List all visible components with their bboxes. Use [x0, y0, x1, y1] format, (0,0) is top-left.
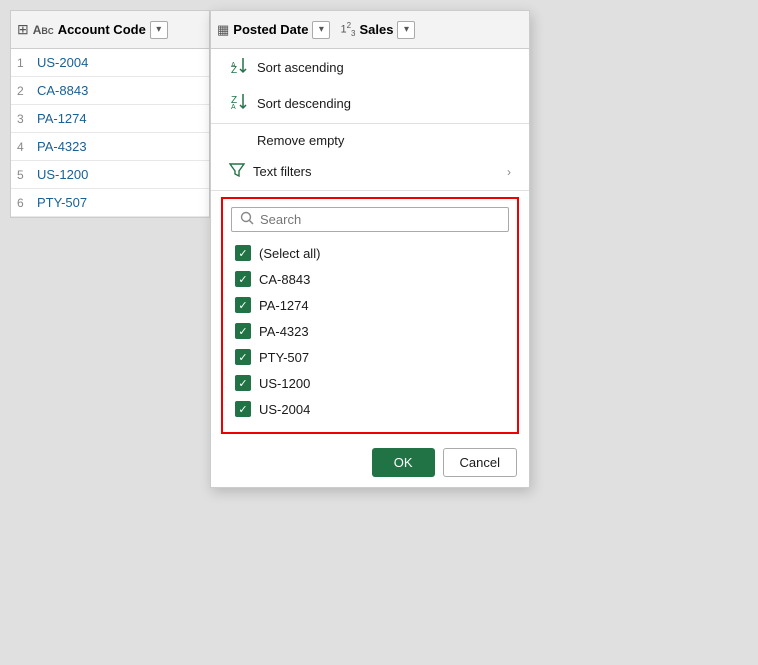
row-value: US-2004	[37, 55, 88, 70]
svg-text:A: A	[231, 104, 236, 110]
filter-label: PTY-507	[259, 350, 309, 365]
table-row: 4 PA-4323	[11, 133, 209, 161]
row-value: PA-1274	[37, 111, 87, 126]
sort-descending-item[interactable]: Z A Sort descending	[211, 85, 529, 121]
search-input-wrap[interactable]	[231, 207, 509, 232]
account-code-dropdown-btn[interactable]: ▾	[150, 21, 168, 39]
filter-label: US-1200	[259, 376, 310, 391]
checkbox-pty507[interactable]: ✓	[235, 349, 251, 365]
posted-date-label: Posted Date	[233, 22, 308, 37]
checkbox-pa1274[interactable]: ✓	[235, 297, 251, 313]
check-icon: ✓	[238, 351, 247, 364]
calendar-icon: ▦	[217, 22, 229, 38]
filter-item-select-all[interactable]: ✓ (Select all)	[231, 240, 509, 266]
filter-item-us1200[interactable]: ✓ US-1200	[231, 370, 509, 396]
svg-text:Z: Z	[231, 65, 237, 74]
filter-item-pa4323[interactable]: ✓ PA-4323	[231, 318, 509, 344]
sort-desc-icon: Z A	[229, 92, 249, 114]
search-input[interactable]	[260, 212, 500, 227]
row-value: CA-8843	[37, 83, 88, 98]
row-number: 6	[17, 196, 37, 210]
table-row: 1 US-2004	[11, 49, 209, 77]
check-icon: ✓	[238, 377, 247, 390]
check-icon: ✓	[238, 299, 247, 312]
row-value: PA-4323	[37, 139, 87, 154]
checkbox-us2004[interactable]: ✓	[235, 401, 251, 417]
text-filters-left: Text filters	[229, 162, 312, 181]
column-headers: ⊞ ABC Account Code ▾	[11, 11, 209, 49]
filter-box: ✓ (Select all) ✓ CA-8843 ✓ PA-1274 ✓ PA-…	[221, 197, 519, 434]
cancel-button[interactable]: Cancel	[443, 448, 517, 477]
filter-item-pty507[interactable]: ✓ PTY-507	[231, 344, 509, 370]
filter-label: US-2004	[259, 402, 310, 417]
check-icon: ✓	[238, 247, 247, 260]
filter-label: PA-1274	[259, 298, 309, 313]
filter-dropdown-menu: ▦ Posted Date ▾ 123 Sales ▾ A Z Sort asc…	[210, 10, 530, 488]
account-code-col: ⊞ ABC Account Code ▾	[17, 21, 168, 39]
checkbox-pa4323[interactable]: ✓	[235, 323, 251, 339]
grid-icon: ⊞	[17, 21, 29, 38]
dialog-buttons: OK Cancel	[211, 442, 529, 479]
remove-empty-label: Remove empty	[229, 133, 344, 148]
check-icon: ✓	[238, 325, 247, 338]
checkbox-ca8843[interactable]: ✓	[235, 271, 251, 287]
filter-item-pa1274[interactable]: ✓ PA-1274	[231, 292, 509, 318]
sort-asc-icon: A Z	[229, 56, 249, 78]
check-icon: ✓	[238, 403, 247, 416]
posted-date-col: ▦ Posted Date ▾	[217, 21, 330, 39]
sales-col: 123 Sales ▾	[340, 21, 415, 39]
menu-divider	[211, 123, 529, 124]
filter-label: CA-8843	[259, 272, 310, 287]
checkbox-select-all[interactable]: ✓	[235, 245, 251, 261]
row-number: 4	[17, 140, 37, 154]
remove-empty-item[interactable]: Remove empty	[211, 126, 529, 155]
menu-divider-2	[211, 190, 529, 191]
text-filters-item[interactable]: Text filters ›	[211, 155, 529, 188]
check-icon: ✓	[238, 273, 247, 286]
ok-button[interactable]: OK	[372, 448, 435, 477]
checkbox-us1200[interactable]: ✓	[235, 375, 251, 391]
sort-ascending-item[interactable]: A Z Sort ascending	[211, 49, 529, 85]
filter-label: (Select all)	[259, 246, 320, 261]
row-number: 1	[17, 56, 37, 70]
num-icon: 123	[340, 21, 355, 38]
table-row: 5 US-1200	[11, 161, 209, 189]
sales-label: Sales	[359, 22, 393, 37]
row-number: 5	[17, 168, 37, 182]
row-value: PTY-507	[37, 195, 87, 210]
spreadsheet: ⊞ ABC Account Code ▾ 1 US-2004 2 CA-8843…	[10, 10, 210, 218]
sort-ascending-label: Sort ascending	[257, 60, 344, 75]
table-row: 3 PA-1274	[11, 105, 209, 133]
row-number: 2	[17, 84, 37, 98]
row-value: US-1200	[37, 167, 88, 182]
account-code-label: Account Code	[58, 22, 146, 37]
filter-item-us2004[interactable]: ✓ US-2004	[231, 396, 509, 422]
filter-label: PA-4323	[259, 324, 309, 339]
abc-icon: ABC	[33, 23, 54, 37]
filter-item-ca8843[interactable]: ✓ CA-8843	[231, 266, 509, 292]
search-icon	[240, 211, 254, 228]
table-row: 2 CA-8843	[11, 77, 209, 105]
funnel-icon	[229, 162, 245, 181]
chevron-right-icon: ›	[507, 165, 511, 179]
posted-date-dropdown-btn[interactable]: ▾	[312, 21, 330, 39]
row-number: 3	[17, 112, 37, 126]
sort-descending-label: Sort descending	[257, 96, 351, 111]
sales-dropdown-btn[interactable]: ▾	[397, 21, 415, 39]
table-row: 6 PTY-507	[11, 189, 209, 217]
extra-headers: ▦ Posted Date ▾ 123 Sales ▾	[211, 11, 529, 49]
text-filters-label: Text filters	[253, 164, 312, 179]
